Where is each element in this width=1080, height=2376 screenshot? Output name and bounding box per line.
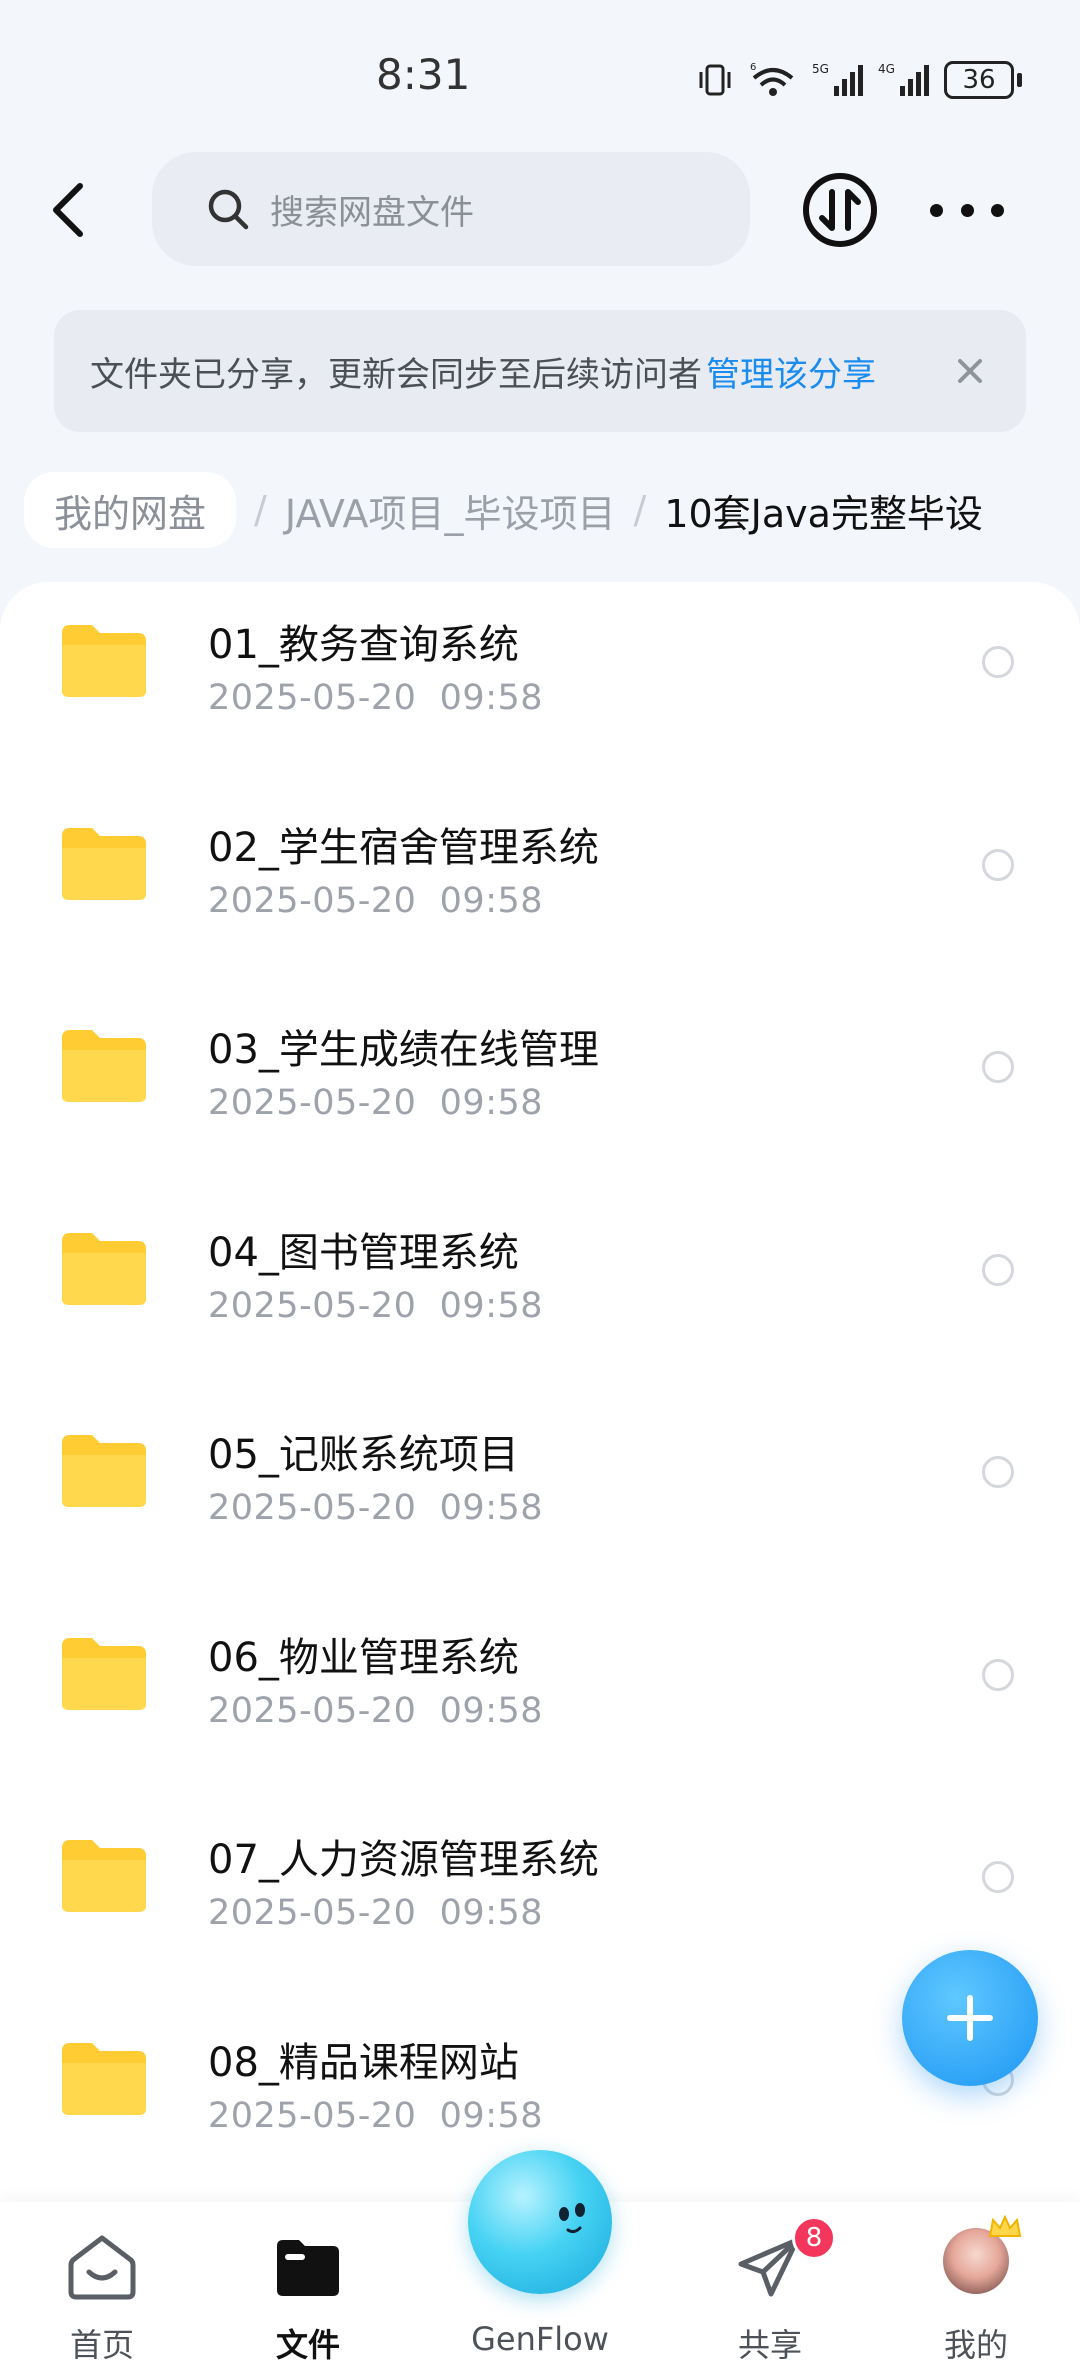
nav-files[interactable]: 文件 (218, 2202, 398, 2376)
battery-tip (1017, 73, 1022, 87)
close-icon[interactable] (950, 351, 990, 391)
signal-5g-icon: 5G (812, 62, 863, 96)
file-name: 06_物业管理系统 (208, 1634, 519, 1681)
folder-icon (62, 1840, 146, 1912)
plus-icon (947, 1995, 993, 2041)
avatar (943, 2214, 1022, 2294)
file-name: 03_学生成绩在线管理 (208, 1027, 599, 1073)
file-name: 01_教务查询系统 (208, 622, 519, 668)
folder-icon (62, 1232, 146, 1305)
list-item[interactable]: 03_学生成绩在线管理 2025-05-20 09:58 (0, 987, 1080, 1190)
file-name: 05_记账系统项目 (208, 1432, 519, 1478)
nav-home[interactable]: 首页 (12, 2202, 192, 2376)
status-icons: 6 5G 4G 36 (696, 58, 1022, 102)
file-date: 2025-05-20 09:58 (208, 880, 544, 921)
breadcrumb-current: 10套Java完整毕设 (664, 491, 983, 536)
select-checkbox[interactable] (982, 1658, 1014, 1691)
list-item[interactable]: 05_记账系统项目 2025-05-20 09:58 (0, 1392, 1080, 1595)
select-checkbox[interactable] (982, 1051, 1014, 1083)
file-date: 2025-05-20 09:58 (208, 1893, 544, 1933)
nav-files-label: 文件 (275, 2326, 340, 2364)
back-arrow-icon (53, 183, 83, 237)
genflow-face-icon (559, 2203, 585, 2234)
folder-icon (62, 2042, 146, 2115)
battery-indicator: 36 (944, 61, 1022, 99)
file-name: 07_人力资源管理系统 (208, 1837, 599, 1883)
breadcrumb-parent[interactable]: JAVA项目_毕设项目 (285, 483, 616, 538)
file-name: 02_学生宿舍管理系统 (208, 824, 599, 871)
share-notice-text: 文件夹已分享，更新会同步至后续访问者 (90, 354, 702, 395)
file-date: 2025-05-20 09:58 (208, 1285, 544, 1326)
file-date: 2025-05-20 09:58 (208, 1083, 544, 1123)
svg-text:5G: 5G (812, 62, 829, 76)
select-checkbox[interactable] (982, 1456, 1014, 1488)
svg-text:4G: 4G (878, 62, 895, 76)
nav-me-label: 我的 (943, 2326, 1008, 2364)
nav-share-label: 共享 (737, 2326, 802, 2364)
list-item[interactable]: 02_学生宿舍管理系统 2025-05-20 09:58 (0, 785, 1080, 988)
list-item[interactable]: 04_图书管理系统 2025-05-20 09:58 (0, 1190, 1080, 1393)
nav-me[interactable]: 我的 (886, 2202, 1066, 2376)
search-input[interactable]: 搜索网盘文件 (152, 152, 750, 266)
signal-4g-icon: 4G (878, 62, 929, 96)
genflow-bubble[interactable] (468, 2150, 612, 2294)
breadcrumb-separator: / (633, 488, 647, 532)
nav-home-label: 首页 (69, 2326, 134, 2364)
search-icon (208, 189, 249, 230)
folder-icon (62, 827, 146, 900)
file-date: 2025-05-20 09:58 (208, 1488, 544, 1528)
back-button[interactable] (38, 172, 98, 248)
status-bar: 8:31 6 5G 4G 36 (0, 0, 1080, 150)
search-placeholder: 搜索网盘文件 (270, 192, 474, 233)
more-icon[interactable] (930, 190, 1004, 230)
transfer-icon[interactable] (802, 172, 878, 248)
breadcrumb: 我的网盘 / JAVA项目_毕设项目 / 10套Java完整毕设 (24, 472, 1080, 548)
file-date: 2025-05-20 09:58 (208, 1690, 544, 1731)
battery-level: 36 (944, 61, 1014, 99)
more-dot (960, 203, 974, 217)
more-dot (991, 203, 1004, 217)
crown-icon (988, 2214, 1022, 2237)
folder-icon (62, 1637, 146, 1710)
select-checkbox[interactable] (982, 1253, 1014, 1286)
select-checkbox[interactable] (982, 1861, 1014, 1893)
share-badge: 8 (792, 2216, 836, 2260)
list-item[interactable]: 06_物业管理系统 2025-05-20 09:58 (0, 1595, 1080, 1798)
more-dot (930, 203, 943, 217)
status-time: 8:31 (376, 50, 471, 99)
list-item[interactable]: 01_教务查询系统 2025-05-20 09:58 (0, 582, 1080, 785)
breadcrumb-root[interactable]: 我的网盘 (24, 472, 237, 548)
add-button[interactable] (902, 1950, 1038, 2086)
file-list: 01_教务查询系统 2025-05-20 09:58 02_学生宿舍管理系统 2… (0, 582, 1080, 2202)
file-name: 08_精品课程网站 (208, 2039, 519, 2086)
manage-share-link[interactable]: 管理该分享 (706, 347, 876, 396)
file-date: 2025-05-20 09:58 (208, 2095, 544, 2136)
nav-genflow-label: GenFlow (471, 2320, 609, 2358)
svg-text:6: 6 (750, 62, 756, 73)
select-checkbox[interactable] (982, 646, 1014, 678)
list-item[interactable]: 07_人力资源管理系统 2025-05-20 09:58 (0, 1797, 1080, 2000)
file-name: 04_图书管理系统 (208, 1229, 519, 1276)
select-checkbox[interactable] (982, 848, 1014, 881)
share-notice-banner: 文件夹已分享，更新会同步至后续访问者 管理该分享 (54, 310, 1026, 432)
nav-share[interactable]: 8 共享 (680, 2202, 860, 2376)
wifi-icon: 6 (750, 62, 794, 96)
file-date: 2025-05-20 09:58 (208, 678, 544, 718)
folder-icon (62, 1030, 146, 1102)
home-icon (68, 2235, 136, 2300)
file-browser-screen: 8:31 6 5G 4G 36 搜索网盘文件 文件夹已分享，更新会同步至后续访问… (0, 0, 1080, 2376)
vibrate-icon (699, 64, 731, 96)
folder-icon (62, 625, 146, 697)
folder-icon (62, 1435, 146, 1507)
folder-nav-icon (277, 2240, 339, 2296)
breadcrumb-separator: / (254, 488, 267, 532)
